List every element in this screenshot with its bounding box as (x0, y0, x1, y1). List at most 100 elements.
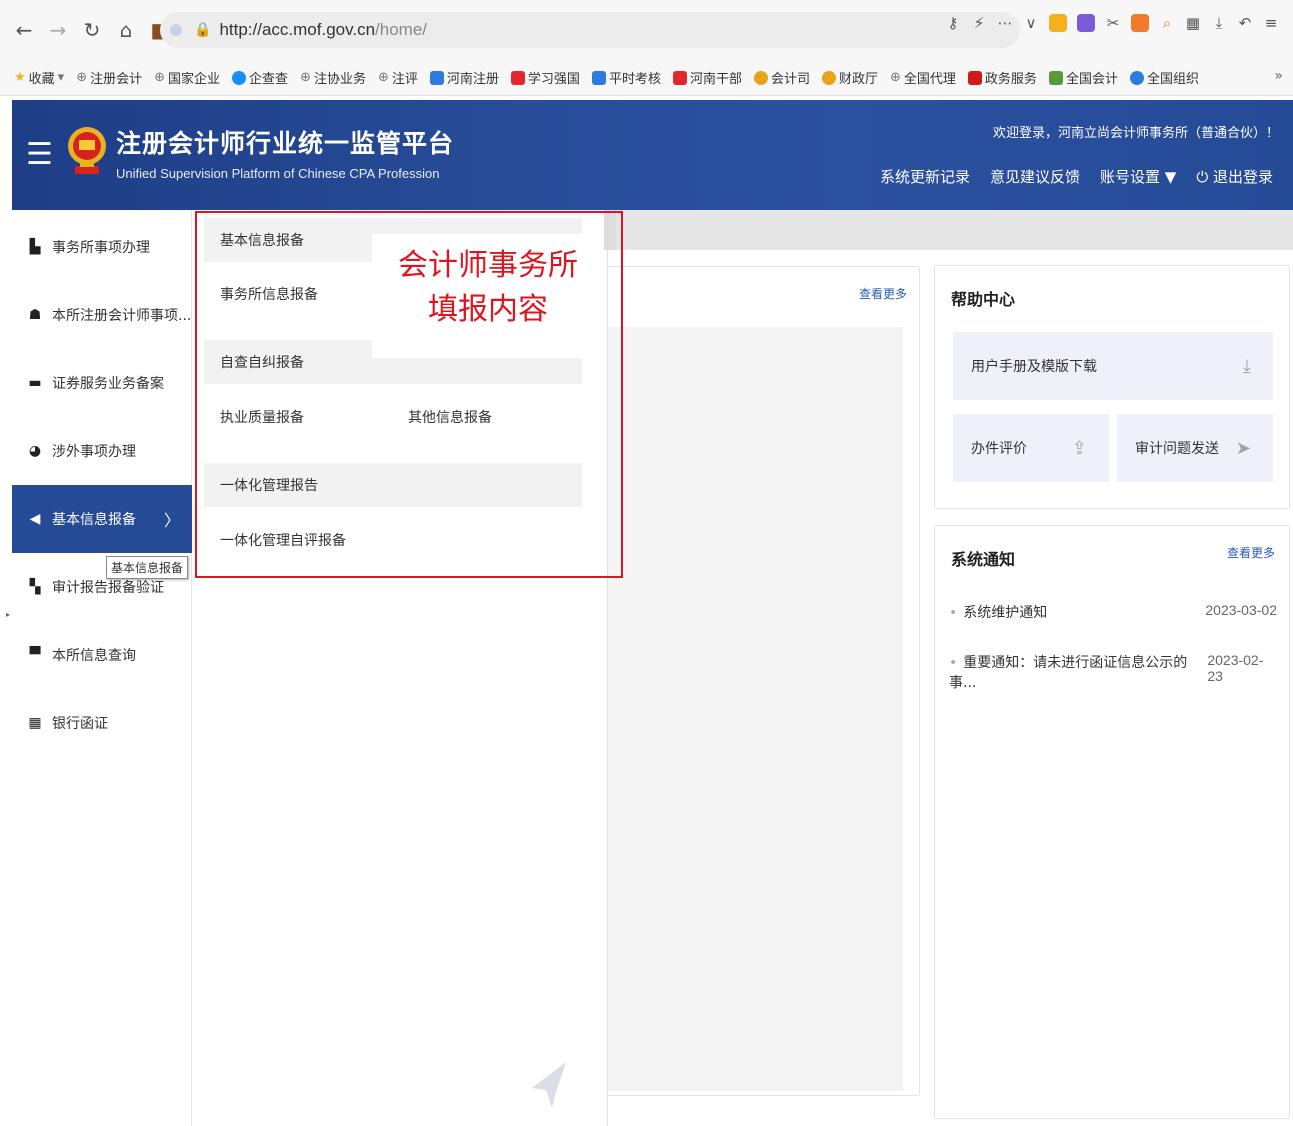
main-more-link[interactable]: 查看更多 (859, 285, 907, 302)
bookmark-12[interactable]: ⊕ 全国代理 (890, 68, 956, 87)
bookmark-1[interactable]: ⊕ 注册会计 (76, 68, 142, 87)
red-square-icon (510, 70, 525, 85)
hamburger-menu-icon[interactable]: ☰ (26, 140, 53, 170)
bookmark-4[interactable]: ⊕ 注协业务 (300, 68, 366, 87)
collapse-marker-icon[interactable]: ▸ (6, 610, 10, 619)
update-log-link[interactable]: 系统更新记录 (880, 166, 970, 187)
bookmark-13[interactable]: 政务服务 (967, 68, 1037, 87)
bookmark-10[interactable]: 会计司 (753, 68, 810, 87)
blue-square-icon (429, 70, 444, 85)
globe-icon: ⊕ (300, 70, 311, 85)
game-ext-icon[interactable] (1131, 14, 1149, 32)
globe-icon: ⊕ (76, 70, 88, 85)
reload-icon[interactable]: ↻ (82, 17, 102, 43)
welcome-message: 欢迎登录，河南立尚会计师事务所（普通合伙）！ (992, 126, 1279, 141)
main-panel-content (605, 327, 903, 1091)
menu-icon[interactable]: ≡ (1263, 14, 1279, 32)
platform-subtitle: Unified Supervision Platform of Chinese … (116, 166, 440, 181)
annotation-line-1: 会计师事务所 (398, 248, 578, 283)
sidebar-item-firm-affairs[interactable]: ▙ 事务所事项办理 (12, 213, 192, 281)
translate-ext-icon[interactable] (1077, 14, 1095, 32)
globe-icon: ⊕ (154, 70, 166, 85)
account-settings-dropdown[interactable]: 账号设置 ▼ (1100, 166, 1176, 187)
bookmark-15[interactable]: 全国组织 (1129, 68, 1199, 87)
browser-nav-buttons: ← → ↻ ⌂ ■ (14, 17, 170, 43)
forward-icon[interactable]: → (48, 17, 68, 43)
bookmarks-overflow-icon[interactable]: » (1274, 68, 1283, 84)
send-icon: ◀ (29, 511, 41, 527)
evaluation-button[interactable]: 办件评价 ⇪ (953, 414, 1109, 482)
grid-icon: ▚ (29, 579, 41, 595)
paper-plane-icon (532, 1062, 566, 1108)
notice-more-link[interactable]: 查看更多 (1227, 544, 1275, 561)
sidebar-item-foreign-affairs[interactable]: ◕ 涉外事项办理 (12, 417, 192, 485)
bolt-icon[interactable]: ⚡ (971, 14, 987, 32)
national-emblem-icon (68, 127, 106, 174)
bookmark-6[interactable]: 河南注册 (429, 68, 499, 87)
qcc-icon (232, 70, 247, 85)
audit-issue-button[interactable]: 审计问题发送 ➤ (1117, 414, 1273, 482)
header-links: 系统更新记录 意见建议反馈 账号设置 ▼ ⏻ 退出登录 (880, 166, 1273, 187)
building-icon: ▙ (29, 239, 41, 255)
send-icon: ➤ (1235, 437, 1251, 459)
star-icon: ★ (14, 70, 26, 85)
bookmark-3[interactable]: 企查查 (232, 68, 288, 87)
insecure-lock-icon[interactable]: 🔒 (194, 22, 211, 38)
bank-icon: ▦ (28, 715, 42, 731)
undo-icon[interactable]: ↶ (1237, 14, 1253, 32)
globe-icon: ◕ (28, 443, 42, 459)
chevron-down-icon[interactable]: ∨ (1023, 14, 1039, 32)
app-header: ☰ 注册会计师行业统一监管平台 Unified Supervision Plat… (12, 100, 1293, 210)
monitor-icon: ▀ (29, 647, 41, 663)
bookmark-7[interactable]: 学习强国 (510, 68, 580, 87)
bookmark-2[interactable]: ⊕ 国家企业 (154, 68, 220, 87)
feedback-link[interactable]: 意见建议反馈 (990, 166, 1080, 187)
emblem-icon (821, 70, 836, 85)
scissors-icon[interactable]: ✂ (1105, 14, 1121, 32)
sidebar-item-cpa-affairs[interactable]: ☗ 本所注册会计师事项... (12, 281, 192, 349)
shield-ext-icon[interactable] (1049, 14, 1067, 32)
help-center-title: 帮助中心 (951, 290, 1016, 309)
emblem-icon (753, 70, 768, 85)
bullet-icon: • (949, 655, 958, 671)
notice-item[interactable]: • 系统维护通知 2023-03-02 (949, 602, 1277, 622)
user-icon: ☗ (28, 307, 42, 323)
key-icon[interactable]: ⚷ (945, 14, 961, 32)
search-icon[interactable]: ⌕ (1159, 14, 1175, 32)
folder-icon: ▬ (28, 375, 42, 391)
download-icon[interactable]: ⤓ (1211, 14, 1227, 32)
annotation-callout: 会计师事务所 填报内容 (372, 234, 604, 358)
caret-down-icon: ▼ (1164, 168, 1177, 186)
blue-square-icon (591, 70, 606, 85)
sidebar-item-firm-info-query[interactable]: ▀ 本所信息查询 (12, 621, 192, 689)
bookmark-0[interactable]: ★ 收藏 ▾ (14, 68, 64, 87)
sidebar: ▙ 事务所事项办理 ☗ 本所注册会计师事项... ▬ 证券服务业务备案 ◕ 涉外事项办理… (12, 210, 192, 1126)
url-text[interactable]: http://acc.mof.gov.cn/home/ (219, 20, 427, 40)
site-dot-icon (170, 24, 182, 36)
sidebar-item-securities-filing[interactable]: ▬ 证券服务业务备案 (12, 349, 192, 417)
bookmark-14[interactable]: 全国会计 (1048, 68, 1118, 87)
globe-icon: ⊕ (890, 70, 901, 85)
red-square-icon (967, 70, 982, 85)
more-icon[interactable]: ⋯ (997, 14, 1013, 32)
sidebar-item-bank-confirmation[interactable]: ▦ 银行函证 (12, 689, 192, 757)
manual-download-button[interactable]: 用户手册及模版下载 ⤓ (953, 332, 1273, 400)
logout-button[interactable]: ⏻ 退出登录 (1196, 166, 1273, 187)
bookmark-5[interactable]: ⊕ 注评 (378, 68, 418, 87)
bookmarks-bar: ★ 收藏 ▾ ⊕ 注册会计 ⊕ 国家企业 企查查 ⊕ 注协业务 ⊕ 注评 河南注册 学习强国… (0, 60, 1293, 96)
sidebar-item-basic-info-filing[interactable]: ◀ 基本信息报备 〉 (12, 485, 192, 553)
bookmark-8[interactable]: 平时考核 (591, 68, 661, 87)
sidebar-tooltip: 基本信息报备 (106, 556, 189, 579)
bookmark-9[interactable]: 河南干部 (672, 68, 742, 87)
browser-toolbar: ← → ↻ ⌂ ■ 🔒 http://acc.mof.gov.cn/home/ … (0, 0, 1293, 60)
home-icon[interactable]: ⌂ (116, 17, 136, 43)
address-bar[interactable]: 🔒 http://acc.mof.gov.cn/home/ (160, 12, 1020, 48)
globe-icon: ⊕ (377, 70, 389, 85)
notice-item[interactable]: • 重要通知：请未进行函证信息公示的事... 2023-02-23 (949, 652, 1277, 692)
notice-title: 系统通知 (951, 550, 1016, 569)
bookmark-11[interactable]: 财政厅 (821, 68, 878, 87)
back-icon[interactable]: ← (14, 17, 34, 43)
chevron-right-icon: 〉 (163, 511, 180, 530)
upload-icon: ⇪ (1071, 437, 1087, 459)
apps-icon[interactable]: ▦ (1185, 14, 1201, 32)
